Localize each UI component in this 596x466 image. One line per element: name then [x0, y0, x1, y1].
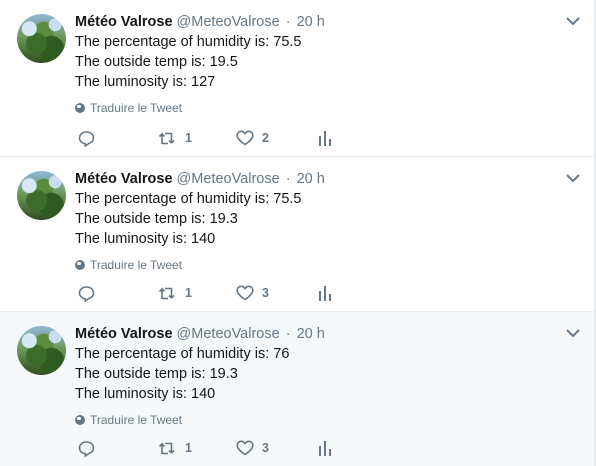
translate-label: Traduire le Tweet [90, 258, 183, 272]
tweet-line-luminosity: The luminosity is: 127 [75, 74, 216, 90]
separator: · [285, 171, 291, 187]
tweet-actions: 1 3 [78, 438, 338, 458]
tweet-line-humidity: The percentage of humidity is: 75.5 [75, 191, 302, 207]
translate-link[interactable]: Traduire le Tweet [75, 412, 556, 428]
globe-icon [75, 260, 85, 270]
tweet-content: Météo Valrose @MeteoValrose · 20 h The p… [75, 324, 556, 428]
globe-icon [75, 103, 85, 113]
translate-label: Traduire le Tweet [90, 413, 183, 427]
retweet-button[interactable]: 1 [158, 128, 192, 148]
tweet-header: Météo Valrose @MeteoValrose · 20 h [75, 12, 556, 32]
retweet-icon [158, 441, 175, 454]
analytics-icon [319, 441, 331, 456]
display-name[interactable]: Météo Valrose [75, 326, 173, 342]
translate-link[interactable]: Traduire le Tweet [75, 257, 556, 273]
avatar[interactable] [17, 171, 66, 220]
heart-icon [236, 130, 254, 146]
like-count: 3 [262, 441, 269, 455]
tweet-line-humidity: The percentage of humidity is: 76 [75, 346, 290, 362]
retweet-count: 1 [185, 131, 192, 145]
tweet-text: The percentage of humidity is: 75.5 The … [75, 32, 556, 92]
analytics-button[interactable] [318, 283, 332, 303]
reply-button[interactable] [78, 128, 95, 148]
analytics-button[interactable] [318, 438, 332, 458]
tweet-line-temperature: The outside temp is: 19.3 [75, 211, 238, 227]
reply-button[interactable] [78, 283, 95, 303]
like-count: 2 [262, 131, 269, 145]
avatar[interactable] [17, 326, 66, 375]
reply-button[interactable] [78, 438, 95, 458]
tweet-actions: 1 3 [78, 283, 338, 303]
retweet-icon [158, 131, 175, 144]
like-button[interactable]: 2 [236, 128, 269, 148]
tweet-text: The percentage of humidity is: 75.5 The … [75, 189, 556, 249]
chevron-down-icon[interactable] [566, 174, 580, 183]
retweet-button[interactable]: 1 [158, 283, 192, 303]
tweet-line-luminosity: The luminosity is: 140 [75, 231, 216, 247]
analytics-icon [319, 286, 331, 301]
separator: · [285, 326, 291, 342]
translate-link[interactable]: Traduire le Tweet [75, 100, 556, 116]
tweet-header: Météo Valrose @MeteoValrose · 20 h [75, 324, 556, 344]
tweet-header: Météo Valrose @MeteoValrose · 20 h [75, 169, 556, 189]
tweet[interactable]: Météo Valrose @MeteoValrose · 20 h The p… [0, 0, 596, 157]
timestamp[interactable]: 20 h [297, 14, 325, 30]
chevron-down-icon[interactable] [566, 329, 580, 338]
tweet-content: Météo Valrose @MeteoValrose · 20 h The p… [75, 169, 556, 273]
reply-icon [78, 285, 95, 302]
chevron-down-icon[interactable] [566, 17, 580, 26]
user-handle[interactable]: @MeteoValrose [177, 171, 280, 187]
tweet[interactable]: Météo Valrose @MeteoValrose · 20 h The p… [0, 312, 596, 466]
analytics-button[interactable] [318, 128, 332, 148]
tweet-text: The percentage of humidity is: 76 The ou… [75, 344, 556, 404]
tweet-line-temperature: The outside temp is: 19.3 [75, 366, 238, 382]
tweet[interactable]: Météo Valrose @MeteoValrose · 20 h The p… [0, 157, 596, 312]
reply-icon [78, 440, 95, 457]
display-name[interactable]: Météo Valrose [75, 14, 173, 30]
tweet-content: Météo Valrose @MeteoValrose · 20 h The p… [75, 12, 556, 116]
heart-icon [236, 440, 254, 456]
analytics-icon [319, 131, 331, 146]
heart-icon [236, 285, 254, 301]
user-handle[interactable]: @MeteoValrose [177, 14, 280, 30]
like-button[interactable]: 3 [236, 283, 269, 303]
globe-icon [75, 415, 85, 425]
like-button[interactable]: 3 [236, 438, 269, 458]
retweet-button[interactable]: 1 [158, 438, 192, 458]
timeline: Météo Valrose @MeteoValrose · 20 h The p… [0, 0, 596, 466]
tweet-actions: 1 2 [78, 128, 338, 148]
avatar[interactable] [17, 14, 66, 63]
separator: · [285, 14, 291, 30]
tweet-line-temperature: The outside temp is: 19.5 [75, 54, 238, 70]
tweet-line-luminosity: The luminosity is: 140 [75, 386, 216, 402]
retweet-count: 1 [185, 286, 192, 300]
reply-icon [78, 130, 95, 147]
translate-label: Traduire le Tweet [90, 101, 183, 115]
retweet-icon [158, 286, 175, 299]
like-count: 3 [262, 286, 269, 300]
timestamp[interactable]: 20 h [297, 171, 325, 187]
display-name[interactable]: Météo Valrose [75, 171, 173, 187]
retweet-count: 1 [185, 441, 192, 455]
user-handle[interactable]: @MeteoValrose [177, 326, 280, 342]
tweet-line-humidity: The percentage of humidity is: 75.5 [75, 34, 302, 50]
timestamp[interactable]: 20 h [297, 326, 325, 342]
